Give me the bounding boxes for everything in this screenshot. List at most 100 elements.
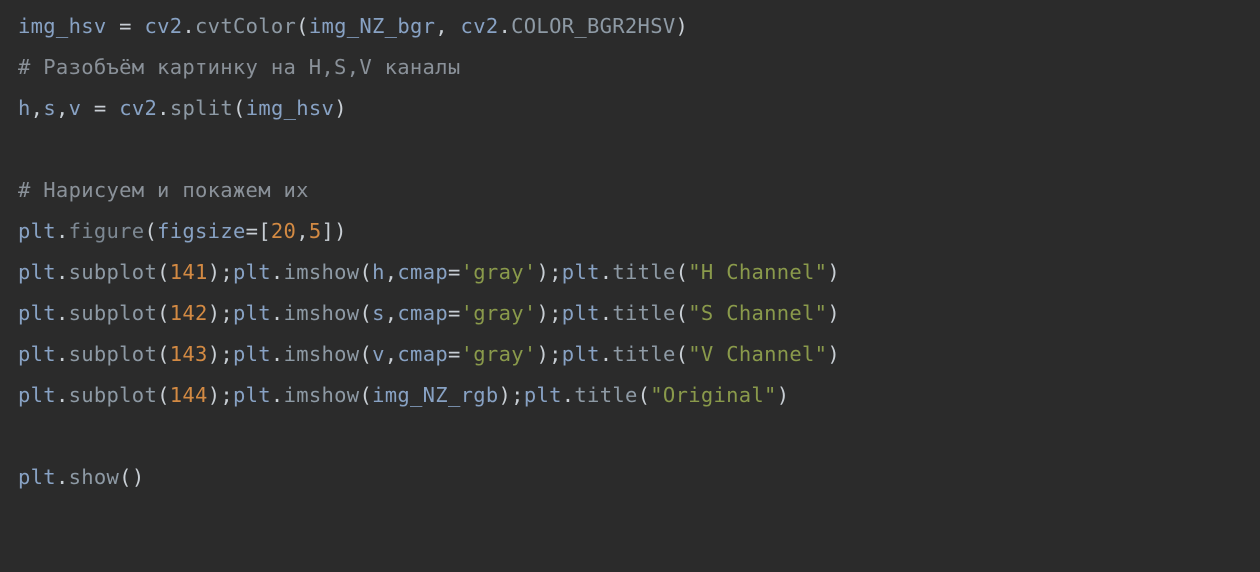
code-token: subplot xyxy=(69,342,158,366)
code-line[interactable]: # Разобъём картинку на H,S,V каналы xyxy=(18,55,460,79)
code-token: cmap xyxy=(397,301,448,325)
code-token: , xyxy=(31,96,44,120)
code-token: 5 xyxy=(309,219,322,243)
code-token: 143 xyxy=(170,342,208,366)
code-token: plt xyxy=(233,260,271,284)
code-token: , xyxy=(56,96,69,120)
code-token: , xyxy=(296,219,309,243)
code-token: h xyxy=(372,260,385,284)
code-token: ( xyxy=(359,301,372,325)
code-token: title xyxy=(612,342,675,366)
code-token: title xyxy=(612,260,675,284)
code-token: . xyxy=(56,260,69,284)
code-token: . xyxy=(562,383,575,407)
code-token: ); xyxy=(208,383,233,407)
code-token: plt xyxy=(562,342,600,366)
code-line[interactable]: plt.subplot(143);plt.imshow(v,cmap='gray… xyxy=(18,342,840,366)
code-token: ( xyxy=(157,383,170,407)
code-token: ( xyxy=(359,383,372,407)
code-token: . xyxy=(271,260,284,284)
code-token: ( xyxy=(359,260,372,284)
code-token: . xyxy=(600,260,613,284)
code-token: . xyxy=(157,96,170,120)
code-token: subplot xyxy=(69,301,158,325)
code-token: "Original" xyxy=(650,383,776,407)
code-token: . xyxy=(182,14,195,38)
code-token: ( xyxy=(157,301,170,325)
code-token: ( xyxy=(233,96,246,120)
code-token: plt xyxy=(18,301,56,325)
code-token: ); xyxy=(537,301,562,325)
code-token: ( xyxy=(157,342,170,366)
code-token: 141 xyxy=(170,260,208,284)
code-token: plt xyxy=(18,342,56,366)
code-token: img_NZ_rgb xyxy=(372,383,498,407)
code-line[interactable]: # Нарисуем и покажем их xyxy=(18,178,309,202)
code-token: cv2 xyxy=(119,96,157,120)
code-token: = xyxy=(107,14,145,38)
code-token: v xyxy=(69,96,82,120)
code-token: # Нарисуем и покажем их xyxy=(18,178,309,202)
code-token: ( xyxy=(676,342,689,366)
code-token: plt xyxy=(562,260,600,284)
code-token: ); xyxy=(537,260,562,284)
code-token: ); xyxy=(208,342,233,366)
code-token: 144 xyxy=(170,383,208,407)
code-line[interactable]: plt.subplot(141);plt.imshow(h,cmap='gray… xyxy=(18,260,840,284)
code-token: ( xyxy=(359,342,372,366)
code-token: imshow xyxy=(284,383,360,407)
code-token: ( xyxy=(157,260,170,284)
code-line[interactable]: img_hsv = cv2.cvtColor(img_NZ_bgr, cv2.C… xyxy=(18,14,688,38)
code-token: subplot xyxy=(69,260,158,284)
code-token: plt xyxy=(18,465,56,489)
code-token: 142 xyxy=(170,301,208,325)
code-token: s xyxy=(372,301,385,325)
code-token: plt xyxy=(18,383,56,407)
code-token: . xyxy=(56,465,69,489)
code-token: = xyxy=(448,301,461,325)
code-token: ); xyxy=(208,260,233,284)
code-line[interactable]: h,s,v = cv2.split(img_hsv) xyxy=(18,96,347,120)
code-token: "H Channel" xyxy=(688,260,827,284)
code-token: "V Channel" xyxy=(688,342,827,366)
code-token: plt xyxy=(233,301,271,325)
code-token: figure xyxy=(69,219,145,243)
code-token: ]) xyxy=(322,219,347,243)
code-line[interactable]: plt.subplot(142);plt.imshow(s,cmap='gray… xyxy=(18,301,840,325)
code-line[interactable]: plt.subplot(144);plt.imshow(img_NZ_rgb);… xyxy=(18,383,789,407)
code-token: plt xyxy=(562,301,600,325)
code-token: 'gray' xyxy=(461,301,537,325)
code-token: ) xyxy=(827,301,840,325)
code-token: , xyxy=(385,301,398,325)
code-token: ) xyxy=(827,260,840,284)
code-token: cmap xyxy=(397,260,448,284)
code-token: ); xyxy=(208,301,233,325)
code-token: ); xyxy=(499,383,524,407)
code-line[interactable]: plt.figure(figsize=[20,5]) xyxy=(18,219,347,243)
code-token: cv2 xyxy=(461,14,499,38)
code-token: img_hsv xyxy=(18,14,107,38)
code-token: . xyxy=(56,301,69,325)
code-line[interactable]: plt.show() xyxy=(18,465,144,489)
code-token: plt xyxy=(233,383,271,407)
code-token: img_hsv xyxy=(246,96,335,120)
code-token: ( xyxy=(144,219,157,243)
code-token: plt xyxy=(524,383,562,407)
code-token: h xyxy=(18,96,31,120)
code-token: plt xyxy=(18,219,56,243)
code-token: ) xyxy=(777,383,790,407)
code-token: plt xyxy=(233,342,271,366)
code-token: s xyxy=(43,96,56,120)
code-token: . xyxy=(600,301,613,325)
code-token: imshow xyxy=(284,260,360,284)
code-token: . xyxy=(271,342,284,366)
code-token: . xyxy=(600,342,613,366)
code-token: , xyxy=(385,260,398,284)
code-token: imshow xyxy=(284,342,360,366)
code-editor[interactable]: img_hsv = cv2.cvtColor(img_NZ_bgr, cv2.C… xyxy=(0,0,1260,498)
code-token: . xyxy=(498,14,511,38)
code-token: cvtColor xyxy=(195,14,296,38)
code-token: 'gray' xyxy=(461,260,537,284)
code-token: show xyxy=(69,465,120,489)
code-token: COLOR_BGR2HSV xyxy=(511,14,675,38)
